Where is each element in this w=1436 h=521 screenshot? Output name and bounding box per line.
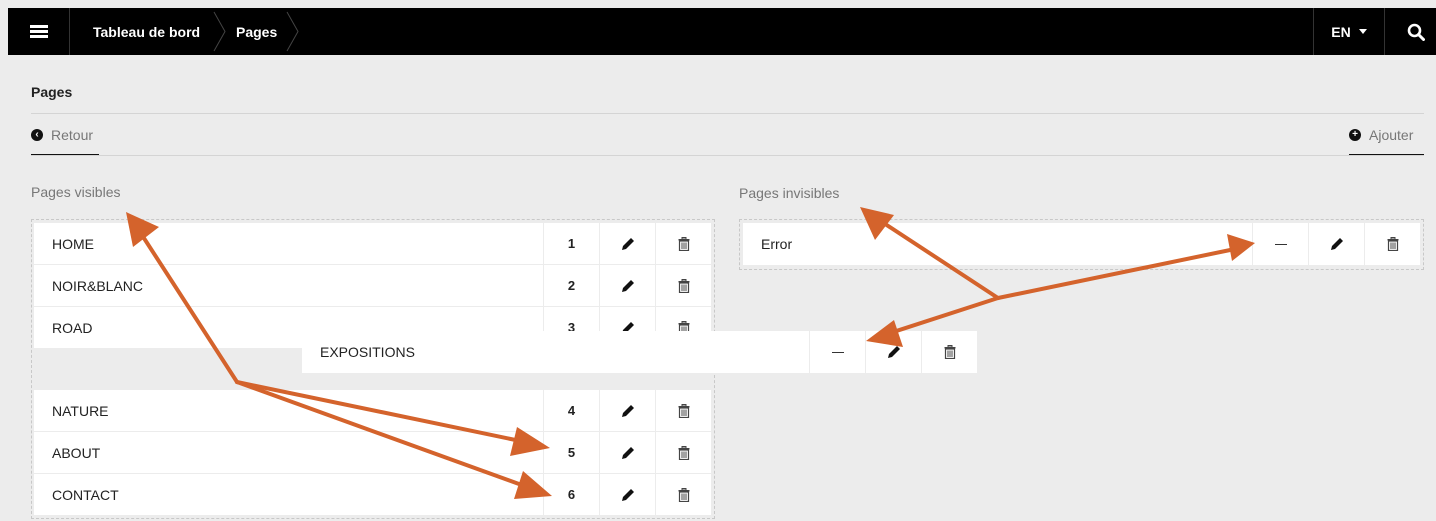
page-order: 5 (543, 432, 599, 473)
delete-button[interactable] (655, 432, 711, 473)
edit-button[interactable] (865, 331, 921, 373)
back-link[interactable]: ‹ Retour (31, 125, 93, 145)
add-circle-icon: + (1349, 129, 1361, 141)
pencil-icon (621, 279, 634, 292)
pencil-icon (621, 237, 634, 250)
edit-button[interactable] (599, 474, 655, 515)
page-order: 1 (543, 223, 599, 264)
add-label: Ajouter (1369, 127, 1414, 143)
page-row-about[interactable]: ABOUT 5 (34, 432, 711, 474)
page-row-home[interactable]: HOME 1 (34, 223, 711, 265)
edit-button[interactable] (599, 223, 655, 264)
page-order (809, 331, 865, 373)
delete-button[interactable] (655, 390, 711, 431)
trash-icon (1387, 237, 1398, 251)
delete-button[interactable] (921, 331, 977, 373)
trash-icon (678, 445, 689, 460)
trash-icon (678, 278, 689, 293)
dragged-page-row-expositions[interactable]: EXPOSITIONS (302, 331, 977, 373)
page-name: NATURE (52, 402, 109, 419)
edit-button[interactable] (599, 390, 655, 431)
search-button[interactable] (1396, 8, 1436, 55)
page-order: 2 (543, 265, 599, 306)
page-name: Error (761, 236, 793, 252)
delete-button[interactable] (1364, 223, 1420, 265)
edit-button[interactable] (599, 265, 655, 306)
page-order (1252, 223, 1308, 265)
page-title: Pages (31, 84, 73, 100)
page-name: HOME (52, 235, 94, 252)
trash-icon (944, 345, 955, 359)
invisible-pages-title: Pages invisibles (739, 185, 840, 201)
add-link[interactable]: + Ajouter (1349, 125, 1413, 145)
page-row-noir-blanc[interactable]: NOIR&BLANC 2 (34, 265, 711, 307)
trash-icon (678, 403, 689, 418)
pencil-icon (887, 346, 900, 358)
page-name: NOIR&BLANC (52, 277, 144, 294)
page-order: 6 (543, 474, 599, 515)
caret-down-icon (1358, 29, 1367, 34)
edit-button[interactable] (1308, 223, 1364, 265)
nav-divider (31, 155, 1424, 156)
page-name: EXPOSITIONS (320, 344, 415, 360)
top-bar: Tableau de bord Pages EN (8, 8, 1436, 55)
title-divider (31, 113, 1424, 114)
breadcrumb-pages[interactable]: Pages (236, 8, 277, 55)
pencil-icon (621, 446, 634, 459)
breadcrumb-dashboard[interactable]: Tableau de bord (93, 8, 200, 55)
trash-icon (678, 236, 689, 251)
dash-icon (831, 351, 844, 353)
page-row-contact[interactable]: CONTACT 6 (34, 474, 711, 516)
page-row-nature[interactable]: NATURE 4 (34, 390, 711, 432)
search-icon (1407, 23, 1425, 41)
visible-pages-title: Pages visibles (31, 184, 121, 200)
back-label: Retour (51, 127, 94, 143)
page-name: CONTACT (52, 486, 119, 503)
edit-button[interactable] (599, 432, 655, 473)
language-label: EN (1331, 23, 1351, 40)
pencil-icon (621, 404, 634, 417)
back-circle-icon: ‹ (31, 129, 43, 141)
pencil-icon (1330, 238, 1343, 250)
breadcrumb-separator-icon (213, 11, 226, 52)
pencil-icon (621, 488, 634, 501)
delete-button[interactable] (655, 474, 711, 515)
language-dropdown[interactable]: EN (1313, 8, 1385, 55)
trash-icon (678, 487, 689, 502)
dash-icon (1274, 243, 1287, 245)
delete-button[interactable] (655, 265, 711, 306)
arrow-line (882, 296, 1000, 337)
page-name: ABOUT (52, 444, 101, 461)
delete-button[interactable] (655, 223, 711, 264)
menu-icon[interactable] (8, 8, 70, 55)
page-order: 4 (543, 390, 599, 431)
page-row-error[interactable]: Error (743, 223, 1420, 266)
breadcrumb-separator-icon (286, 11, 299, 52)
